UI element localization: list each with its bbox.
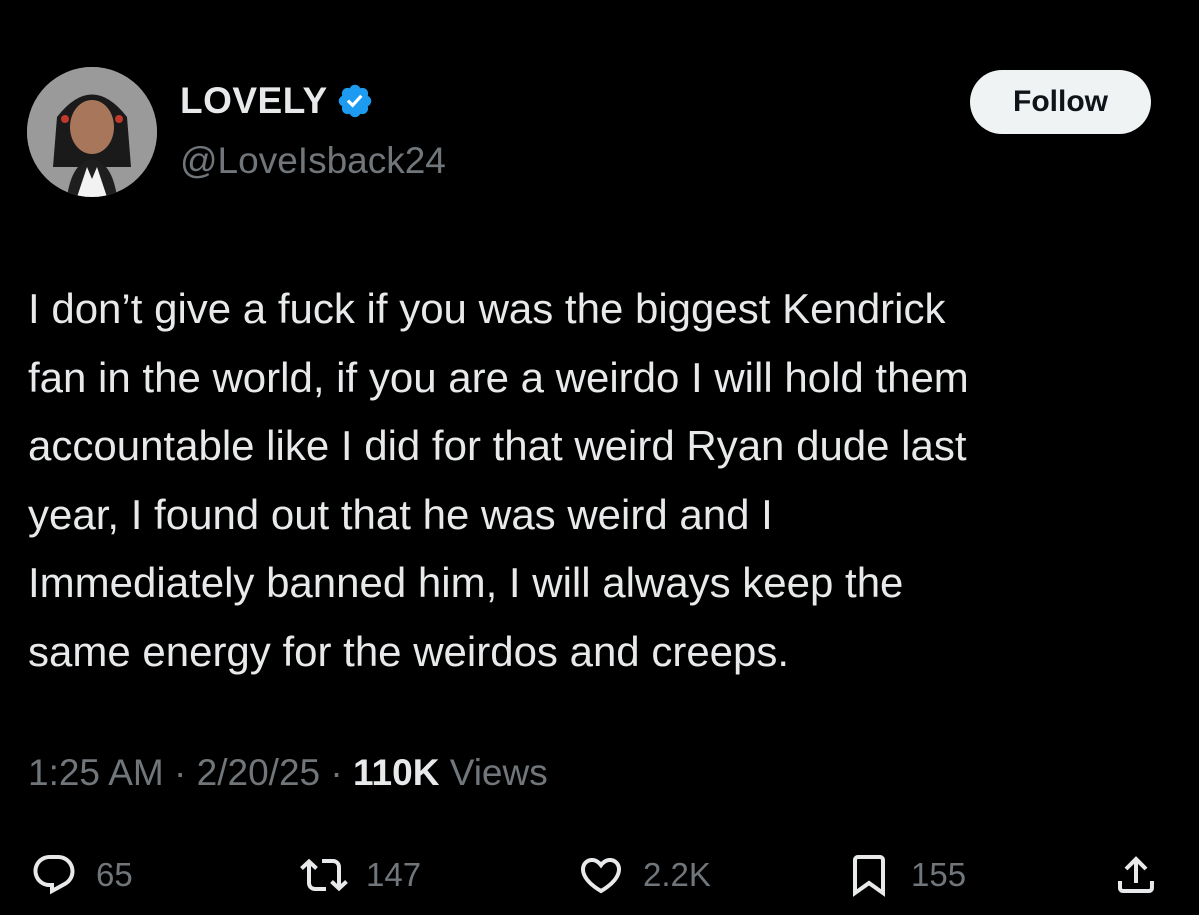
- views-count[interactable]: 110K: [353, 752, 439, 793]
- tweet-meta: 1:25 AM · 2/20/25 · 110K Views: [28, 752, 548, 794]
- tweet-actions-bar: 65 147 2.2K 155: [0, 840, 1199, 910]
- views-label: Views: [439, 752, 548, 793]
- share-button[interactable]: [1112, 840, 1160, 910]
- share-icon: [1118, 856, 1154, 893]
- retweet-count: 147: [366, 856, 422, 893]
- reply-icon: [33, 855, 75, 895]
- author-handle[interactable]: @LoveIsback24: [180, 140, 446, 182]
- retweet-button[interactable]: 147: [300, 840, 421, 910]
- tweet-text: I don’t give a fuck if you was the bigge…: [28, 285, 969, 675]
- bookmark-count: 155: [911, 856, 967, 893]
- author-avatar[interactable]: [27, 67, 157, 197]
- heart-icon: [580, 858, 622, 894]
- bookmark-icon: [853, 855, 885, 897]
- bookmark-button[interactable]: 155: [845, 840, 966, 910]
- like-count: 2.2K: [643, 856, 711, 893]
- author-name-row: LOVELY: [180, 80, 374, 122]
- retweet-icon: [300, 858, 348, 892]
- reply-button[interactable]: 65: [30, 840, 133, 910]
- tweet-date[interactable]: 2/20/25: [197, 752, 320, 793]
- like-button[interactable]: 2.2K: [577, 840, 711, 910]
- reply-count: 65: [96, 856, 133, 893]
- tweet-time[interactable]: 1:25 AM: [28, 752, 164, 793]
- meta-separator: ·: [163, 752, 197, 793]
- follow-button[interactable]: Follow: [970, 70, 1151, 134]
- avatar-portrait: [27, 67, 157, 197]
- meta-separator: ·: [320, 752, 353, 793]
- verified-badge-icon: [336, 82, 374, 120]
- author-display-name[interactable]: LOVELY: [180, 80, 328, 122]
